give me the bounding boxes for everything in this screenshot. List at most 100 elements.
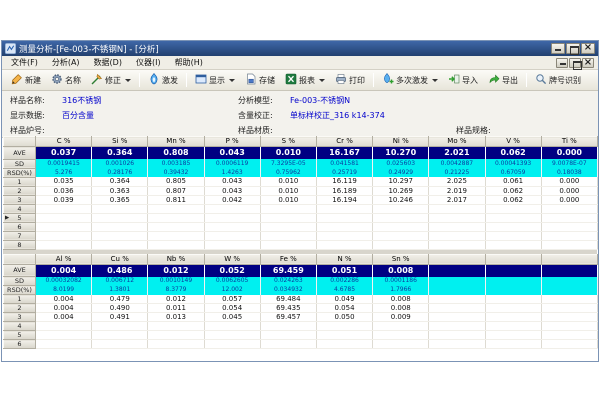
column-header[interactable]: V % [485, 137, 541, 147]
toolbar-button-6[interactable]: 报表 [280, 71, 330, 89]
column-header[interactable]: Si % [92, 137, 148, 147]
data-cell[interactable]: 0.043 [204, 177, 260, 186]
data-cell[interactable] [316, 231, 372, 240]
data-cell[interactable] [485, 204, 541, 213]
toolbar-button-4[interactable]: 显示 [190, 71, 240, 89]
data-cell[interactable] [429, 313, 485, 322]
menu-item-4[interactable]: 帮助(H) [168, 56, 210, 69]
row-header[interactable]: 5▶ [4, 213, 36, 222]
close-button[interactable] [581, 43, 595, 54]
data-cell[interactable]: 10.269 [373, 186, 429, 195]
toolbar-button-7[interactable]: 打印 [330, 71, 370, 89]
minimize-button[interactable] [551, 43, 565, 54]
data-cell[interactable] [36, 322, 92, 331]
column-header[interactable]: Sn % [373, 254, 429, 264]
data-cell[interactable] [260, 204, 316, 213]
data-cell[interactable]: 0.010 [260, 177, 316, 186]
column-header[interactable] [485, 254, 541, 264]
row-header[interactable]: 3 [4, 313, 36, 322]
data-cell[interactable] [429, 322, 485, 331]
stat-row-header[interactable]: AVE [4, 147, 36, 160]
data-cell[interactable]: 0.365 [92, 195, 148, 204]
data-cell[interactable] [485, 331, 541, 340]
data-cell[interactable] [260, 222, 316, 231]
row-header[interactable]: 6 [4, 222, 36, 231]
menu-item-2[interactable]: 数据(D) [87, 56, 129, 69]
data-cell[interactable]: 0.062 [485, 195, 541, 204]
data-cell[interactable] [92, 204, 148, 213]
data-cell[interactable] [36, 240, 92, 249]
data-cell[interactable] [541, 295, 597, 304]
data-cell[interactable]: 2.019 [429, 186, 485, 195]
data-cell[interactable]: 16.119 [316, 177, 372, 186]
data-cell[interactable] [36, 340, 92, 349]
data-cell[interactable]: 0.004 [36, 295, 92, 304]
data-cell[interactable] [92, 231, 148, 240]
stat-row-header[interactable]: RSD(%) [4, 168, 36, 177]
data-cell[interactable] [204, 331, 260, 340]
data-cell[interactable] [260, 331, 316, 340]
data-cell[interactable] [316, 213, 372, 222]
row-header[interactable]: 4 [4, 204, 36, 213]
column-header[interactable]: Nb % [148, 254, 204, 264]
data-cell[interactable] [204, 213, 260, 222]
data-cell[interactable]: 0.000 [541, 177, 597, 186]
data-cell[interactable] [485, 231, 541, 240]
toolbar-button-1[interactable]: 名称 [46, 71, 86, 89]
data-cell[interactable] [204, 340, 260, 349]
data-cell[interactable] [36, 231, 92, 240]
data-cell[interactable] [373, 322, 429, 331]
data-cell[interactable] [429, 295, 485, 304]
data-cell[interactable] [148, 340, 204, 349]
data-cell[interactable] [36, 331, 92, 340]
data-cell[interactable] [260, 240, 316, 249]
mdi-restore-button[interactable] [569, 58, 581, 68]
data-cell[interactable]: 0.061 [485, 177, 541, 186]
data-cell[interactable] [148, 204, 204, 213]
data-cell[interactable] [541, 322, 597, 331]
data-cell[interactable] [92, 213, 148, 222]
data-cell[interactable] [92, 222, 148, 231]
data-cell[interactable]: 16.189 [316, 186, 372, 195]
data-cell[interactable] [429, 204, 485, 213]
data-cell[interactable]: 69.484 [260, 295, 316, 304]
data-cell[interactable] [92, 340, 148, 349]
data-cell[interactable] [260, 340, 316, 349]
data-cell[interactable] [316, 204, 372, 213]
column-header[interactable]: Fe % [260, 254, 316, 264]
data-cell[interactable]: 0.807 [148, 186, 204, 195]
dropdown-arrow-icon[interactable] [319, 79, 325, 82]
data-cell[interactable] [429, 340, 485, 349]
table-corner-cell[interactable] [4, 137, 36, 147]
data-cell[interactable]: 0.000 [541, 195, 597, 204]
data-cell[interactable]: 0.363 [92, 186, 148, 195]
data-cell[interactable] [148, 231, 204, 240]
data-cell[interactable]: 0.000 [541, 186, 597, 195]
data-cell[interactable] [373, 204, 429, 213]
data-cell[interactable]: 0.811 [148, 195, 204, 204]
toolbar-button-11[interactable]: 牌号识别 [530, 71, 586, 89]
column-header[interactable]: Cu % [92, 254, 148, 264]
dropdown-arrow-icon[interactable] [229, 79, 235, 82]
data-cell[interactable] [485, 213, 541, 222]
stat-row-header[interactable]: AVE [4, 264, 36, 277]
data-cell[interactable] [373, 331, 429, 340]
column-header[interactable]: C % [36, 137, 92, 147]
data-cell[interactable] [373, 340, 429, 349]
data-cell[interactable] [148, 331, 204, 340]
data-cell[interactable] [485, 222, 541, 231]
data-cell[interactable] [485, 240, 541, 249]
toolbar-button-10[interactable]: 导出 [483, 71, 523, 89]
data-cell[interactable] [485, 313, 541, 322]
maximize-button[interactable] [566, 43, 580, 54]
menu-item-1[interactable]: 分析(A) [45, 56, 87, 69]
data-cell[interactable]: 0.050 [316, 313, 372, 322]
data-cell[interactable] [204, 222, 260, 231]
row-header[interactable]: 1 [4, 177, 36, 186]
data-cell[interactable] [541, 304, 597, 313]
row-header[interactable]: 1 [4, 295, 36, 304]
data-cell[interactable]: 0.011 [148, 304, 204, 313]
dropdown-arrow-icon[interactable] [432, 79, 438, 82]
data-cell[interactable]: 0.013 [148, 313, 204, 322]
stat-row-header[interactable]: SD [4, 159, 36, 168]
